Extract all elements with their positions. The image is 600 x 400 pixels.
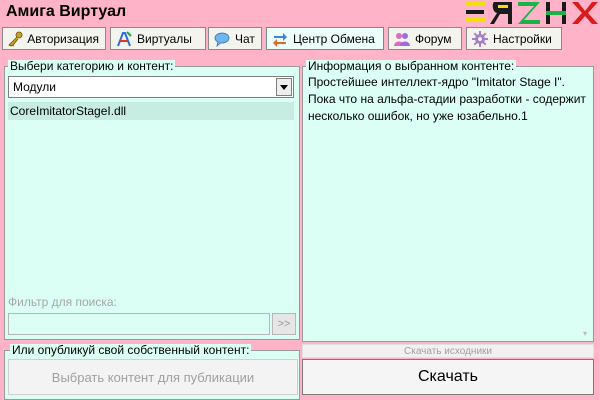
logo-letter-3: [518, 2, 540, 24]
logo-letter-1: [466, 2, 486, 22]
logo-letter-2: [490, 2, 512, 24]
filter-label: Фильтр для поиска:: [8, 295, 117, 309]
select-content-to-publish-button[interactable]: Выбрать контент для публикации: [8, 359, 298, 395]
exchange-arrows-icon: [271, 30, 289, 48]
tab-exchange-center[interactable]: Центр Обмена: [266, 27, 384, 50]
tab-virtuals[interactable]: Виртуалы: [110, 27, 206, 50]
tab-label: Форум: [415, 31, 452, 46]
key-icon: [7, 30, 23, 48]
info-panel-legend: Информация о выбранном контенте:: [306, 59, 517, 73]
category-select[interactable]: Модули: [8, 76, 294, 98]
tab-label: Виртуалы: [137, 31, 192, 46]
logo-letter-5: [572, 2, 598, 24]
logo: [466, 2, 598, 24]
scroll-down-icon[interactable]: ▾: [583, 330, 591, 338]
chat-bubble-icon: [213, 30, 231, 48]
tab-label: Настройки: [493, 31, 552, 46]
tab-label: Чат: [235, 31, 255, 46]
gear-icon: [471, 30, 489, 48]
tab-label: Центр Обмена: [293, 31, 375, 46]
tab-settings[interactable]: Настройки: [466, 27, 562, 50]
category-panel-legend: Выбери категорию и контент:: [8, 59, 176, 73]
content-description: Простейшее интеллект-ядро "Imitator Stag…: [308, 75, 586, 123]
list-item[interactable]: CoreImitatorStageI.dll: [8, 102, 294, 120]
tab-chat[interactable]: Чат: [208, 27, 262, 50]
logo-letter-4: [546, 2, 566, 24]
filter-button[interactable]: >>: [272, 313, 296, 335]
filter-input[interactable]: [8, 313, 270, 335]
a-letter-icon: [115, 30, 133, 48]
publish-panel-legend: Или опубликуй свой собственный контент:: [10, 343, 252, 357]
content-list[interactable]: CoreImitatorStageI.dll: [8, 102, 294, 294]
chevron-down-icon[interactable]: [276, 78, 292, 96]
tab-label: Авторизация: [27, 31, 99, 46]
app-title: Амига Виртуал: [6, 3, 127, 20]
download-button[interactable]: Скачать: [302, 359, 594, 395]
people-icon: [393, 30, 411, 48]
tab-authorization[interactable]: Авторизация: [2, 27, 106, 50]
tab-forum[interactable]: Форум: [388, 27, 462, 50]
category-select-value: Модули: [13, 80, 56, 94]
download-sources-button[interactable]: Скачать исходники: [302, 344, 594, 358]
